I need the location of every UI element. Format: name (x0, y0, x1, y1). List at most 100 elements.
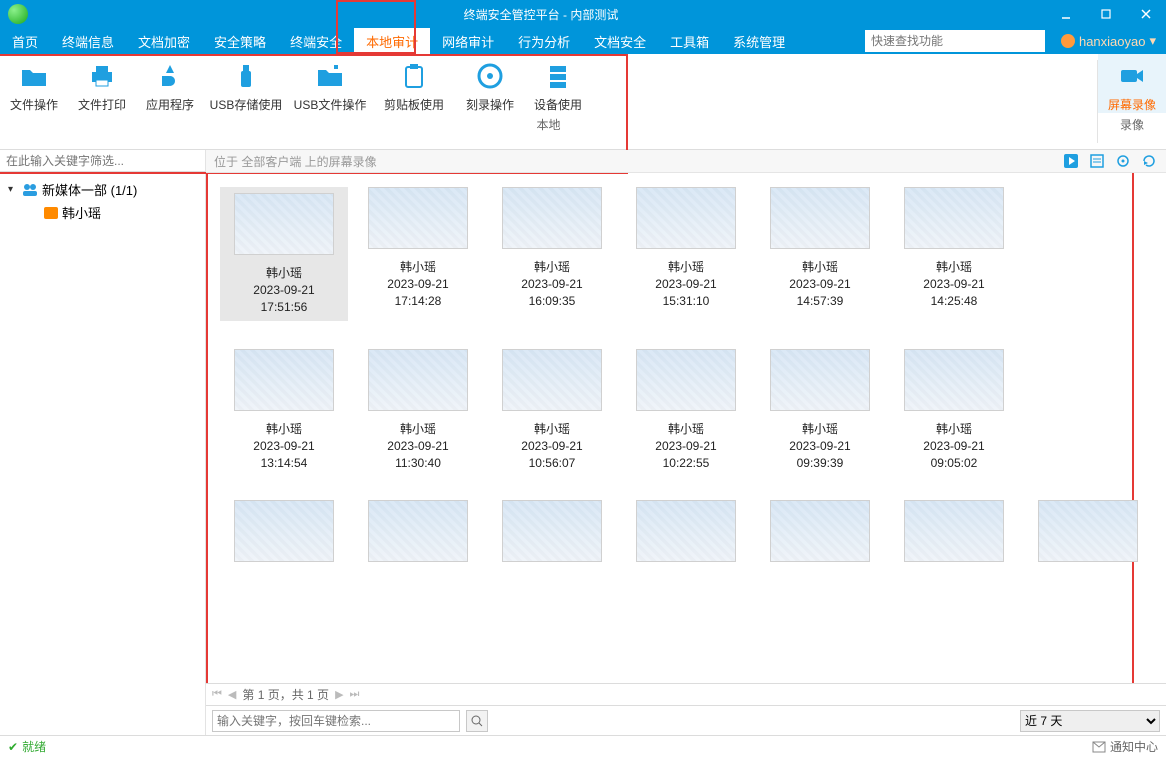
menu-8[interactable]: 文档安全 (582, 28, 658, 54)
thumbnail (770, 349, 870, 411)
date-range-select[interactable]: 近 7 天 (1020, 710, 1160, 732)
pager-text: 第 1 页，共 1 页 (242, 686, 329, 703)
settings-icon[interactable] (1114, 152, 1132, 170)
pager-last[interactable]: ⏭ (350, 688, 360, 701)
recording-card[interactable] (488, 500, 616, 562)
recording-card[interactable]: 韩小瑶2023-09-2114:57:39 (756, 187, 884, 321)
recording-card[interactable]: 韩小瑶2023-09-2113:14:54 (220, 349, 348, 471)
recording-card[interactable] (890, 500, 1018, 562)
thumbnail (234, 193, 334, 255)
thumbnail (770, 187, 870, 249)
app-icon (8, 4, 28, 24)
menu-6[interactable]: 网络审计 (430, 28, 506, 54)
minimize-button[interactable] (1046, 0, 1086, 28)
recording-card[interactable]: 韩小瑶2023-09-2109:05:02 (890, 349, 1018, 471)
thumbnail (904, 349, 1004, 411)
tree-client[interactable]: 韩小瑶 (4, 201, 201, 224)
monitor-icon (44, 207, 58, 219)
user-menu[interactable]: hanxiaoyao ▾ (1051, 28, 1166, 54)
thumbnail (904, 187, 1004, 249)
menu-1[interactable]: 终端信息 (50, 28, 126, 54)
play-icon[interactable] (1062, 152, 1080, 170)
thumbnail (502, 500, 602, 562)
list-icon[interactable] (1088, 152, 1106, 170)
avatar-icon (1061, 34, 1075, 48)
statusbar: ✔ 就绪 通知中心 (0, 735, 1166, 757)
sidebar: ▾ 新媒体一部 (1/1) 韩小瑶 (0, 150, 206, 735)
menu-0[interactable]: 首页 (0, 28, 50, 54)
tool-folder[interactable]: 文件操作 (0, 54, 68, 113)
recording-card[interactable]: 韩小瑶2023-09-2111:30:40 (354, 349, 482, 471)
recording-card[interactable] (1024, 500, 1152, 562)
ribbon: 文件操作文件打印应用程序USB存储使用USB文件操作剪贴板使用刻录操作设备使用 … (0, 54, 1166, 150)
tool-clipboard[interactable]: 剪贴板使用 (372, 54, 456, 113)
recording-card[interactable]: 韩小瑶2023-09-2115:31:10 (622, 187, 750, 321)
recording-card[interactable]: 韩小瑶2023-09-2116:09:35 (488, 187, 616, 321)
pager-prev[interactable]: ◀ (228, 688, 236, 701)
close-button[interactable] (1126, 0, 1166, 28)
recording-card[interactable]: 韩小瑶2023-09-2109:39:39 (756, 349, 884, 471)
tool-disc[interactable]: 刻录操作 (456, 54, 524, 113)
thumbnail (502, 349, 602, 411)
menu-5[interactable]: 本地审计 (354, 28, 430, 54)
menu-9[interactable]: 工具箱 (658, 28, 721, 54)
tree-client-label: 韩小瑶 (62, 203, 101, 222)
keyword-input[interactable] (212, 710, 460, 732)
tool-usb[interactable]: USB存储使用 (204, 54, 288, 113)
thumbnail (234, 349, 334, 411)
folder-icon (18, 60, 50, 92)
menu-10[interactable]: 系统管理 (721, 28, 797, 54)
ribbon-group-local: 本地 (0, 113, 1097, 136)
chevron-down-icon: ▾ (1149, 33, 1156, 49)
menu-7[interactable]: 行为分析 (506, 28, 582, 54)
tool-printer[interactable]: 文件打印 (68, 54, 136, 113)
tree-group-label: 新媒体一部 (1/1) (42, 180, 137, 199)
search-input[interactable] (865, 30, 1045, 52)
recording-card[interactable]: 韩小瑶2023-09-2114:25:48 (890, 187, 1018, 321)
refresh-icon[interactable] (1140, 152, 1158, 170)
thumbnail (636, 187, 736, 249)
notification-center[interactable]: 通知中心 (1092, 738, 1158, 755)
thumbnail (502, 187, 602, 249)
menu-4[interactable]: 终端安全 (278, 28, 354, 54)
tree-group[interactable]: ▾ 新媒体一部 (1/1) (4, 178, 201, 201)
user-label: hanxiaoyao (1079, 34, 1146, 49)
search-button[interactable] (466, 710, 488, 732)
usb-icon (230, 60, 262, 92)
tool-usb-folder[interactable]: USB文件操作 (288, 54, 372, 113)
thumbnail (636, 349, 736, 411)
recording-card[interactable] (622, 500, 750, 562)
recording-card[interactable] (220, 500, 348, 562)
tool-server[interactable]: 设备使用 (524, 54, 592, 113)
tool-app[interactable]: 应用程序 (136, 54, 204, 113)
tool-label: 屏幕录像 (1108, 96, 1156, 113)
menu-3[interactable]: 安全策略 (202, 28, 278, 54)
maximize-button[interactable] (1086, 0, 1126, 28)
main: 位于 全部客户端 上的屏幕录像 韩小瑶2023-09-2117:51:56韩小瑶… (206, 150, 1166, 735)
mail-icon (1092, 741, 1106, 753)
recording-card[interactable] (354, 500, 482, 562)
usb-folder-icon (314, 60, 346, 92)
pager-first[interactable]: ⏮ (212, 688, 222, 701)
thumbnail (234, 500, 334, 562)
recording-card[interactable]: 韩小瑶2023-09-2117:14:28 (354, 187, 482, 321)
breadcrumb: 位于 全部客户端 上的屏幕录像 (214, 153, 377, 170)
menu-2[interactable]: 文档加密 (126, 28, 202, 54)
check-icon: ✔ (8, 740, 18, 754)
recording-card[interactable] (756, 500, 884, 562)
app-icon (154, 60, 186, 92)
recording-card[interactable]: 韩小瑶2023-09-2110:22:55 (622, 349, 750, 471)
thumbnail (1038, 500, 1138, 562)
thumbnail (368, 187, 468, 249)
tree-filter-input[interactable] (0, 150, 205, 172)
pager-next[interactable]: ▶ (335, 688, 343, 701)
recording-card[interactable]: 韩小瑶2023-09-2110:56:07 (488, 349, 616, 471)
recording-card[interactable]: 韩小瑶2023-09-2117:51:56 (220, 187, 348, 321)
titlebar: 终端安全管控平台 - 内部测试 (0, 0, 1166, 28)
window-title: 终端安全管控平台 - 内部测试 (36, 6, 1046, 23)
thumbnail (770, 500, 870, 562)
tool-screen-record[interactable]: 屏幕录像 (1098, 54, 1166, 113)
printer-icon (86, 60, 118, 92)
group-icon (22, 183, 38, 197)
thumbnail (904, 500, 1004, 562)
